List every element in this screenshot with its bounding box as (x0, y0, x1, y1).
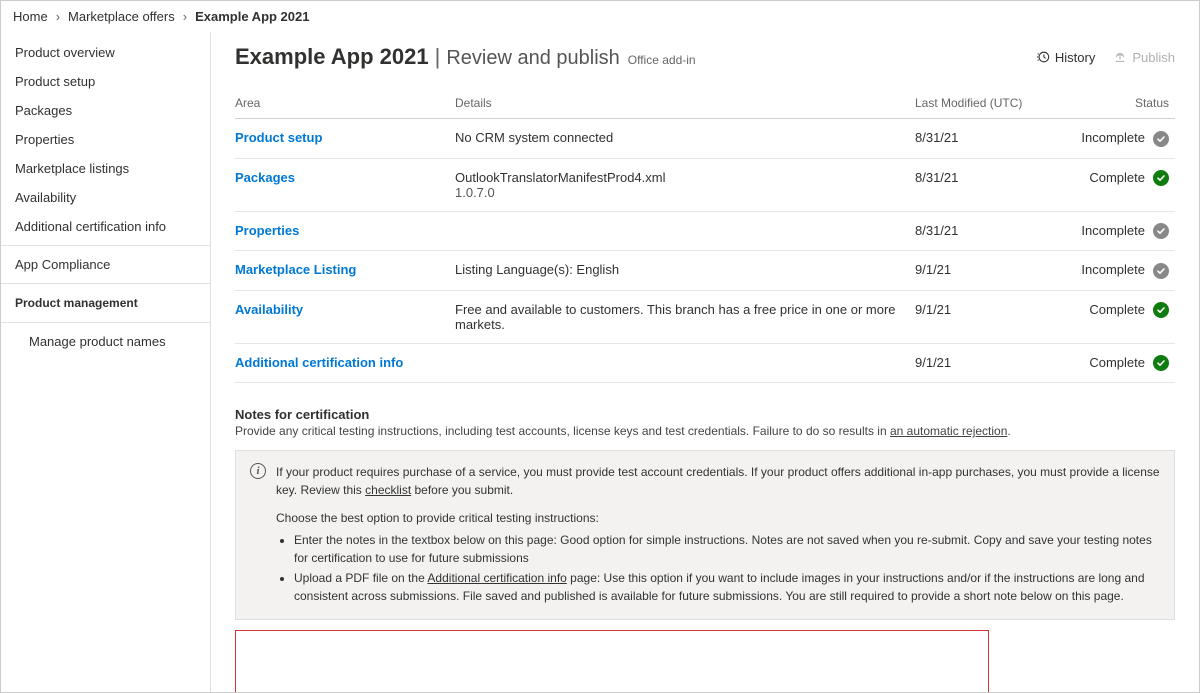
nav-product-overview[interactable]: Product overview (1, 38, 210, 67)
area-link[interactable]: Properties (235, 223, 299, 238)
page-title: Review and publish (446, 47, 619, 70)
nav-additional-cert-info[interactable]: Additional certification info (1, 212, 210, 241)
nav-app-compliance[interactable]: App Compliance (1, 250, 210, 279)
status-complete-icon (1153, 302, 1169, 318)
status-cell: Incomplete (1055, 211, 1175, 251)
col-status: Status (1055, 88, 1175, 119)
title-separator: | (435, 44, 441, 70)
info-bullet-2: Upload a PDF file on the Additional cert… (294, 569, 1160, 605)
history-button[interactable]: History (1036, 50, 1095, 65)
table-row: Properties 8/31/21Incomplete (235, 211, 1175, 251)
area-link[interactable]: Product setup (235, 130, 322, 145)
info-panel: i If your product requires purchase of a… (235, 450, 1175, 620)
nav-packages[interactable]: Packages (1, 96, 210, 125)
chevron-right-icon: › (183, 9, 187, 24)
publish-command-label: Publish (1132, 50, 1175, 65)
notes-description: Provide any critical testing instruction… (235, 424, 1175, 438)
additional-cert-info-link[interactable]: Additional certification info (427, 571, 566, 585)
modified-cell: 8/31/21 (915, 158, 1055, 211)
table-row: Product setup No CRM system connected8/31… (235, 119, 1175, 159)
table-row: Packages OutlookTranslatorManifestProd4.x… (235, 158, 1175, 211)
notes-heading: Notes for certification (235, 407, 1175, 422)
status-complete-icon (1153, 170, 1169, 186)
area-link[interactable]: Packages (235, 170, 295, 185)
status-cell: Complete (1055, 290, 1175, 343)
app-name: Example App 2021 (235, 44, 429, 70)
nav-properties[interactable]: Properties (1, 125, 210, 154)
publish-icon (1113, 50, 1127, 64)
area-link[interactable]: Availability (235, 302, 303, 317)
nav-product-setup[interactable]: Product setup (1, 67, 210, 96)
info-icon: i (250, 463, 266, 479)
status-incomplete-icon (1153, 223, 1169, 239)
table-row: Marketplace Listing Listing Language(s): … (235, 251, 1175, 291)
title-bar: Example App 2021 | Review and publish Of… (235, 44, 1175, 70)
status-cell: Incomplete (1055, 251, 1175, 291)
history-icon (1036, 50, 1050, 64)
details-cell: Free and available to customers. This br… (455, 290, 915, 343)
breadcrumb: Home › Marketplace offers › Example App … (1, 1, 1199, 32)
sidebar: Product overview Product setup Packages … (1, 32, 211, 692)
area-link[interactable]: Additional certification info (235, 355, 403, 370)
modified-cell: 9/1/21 (915, 251, 1055, 291)
nav-divider (1, 245, 210, 246)
status-incomplete-icon (1153, 131, 1169, 147)
checklist-link[interactable]: checklist (365, 483, 411, 497)
col-details: Details (455, 88, 915, 119)
table-row: Availability Free and available to custom… (235, 290, 1175, 343)
status-cell: Complete (1055, 343, 1175, 383)
automatic-rejection-link[interactable]: an automatic rejection (890, 424, 1007, 438)
nav-section-header: Product management (1, 288, 210, 318)
col-area: Area (235, 88, 455, 119)
status-complete-icon (1153, 355, 1169, 371)
offer-type-label: Office add-in (628, 53, 696, 67)
status-incomplete-icon (1153, 263, 1169, 279)
review-table: Area Details Last Modified (UTC) Status … (235, 88, 1175, 383)
details-cell (455, 343, 915, 383)
col-modified: Last Modified (UTC) (915, 88, 1055, 119)
nav-availability[interactable]: Availability (1, 183, 210, 212)
details-cell (455, 211, 915, 251)
modified-cell: 9/1/21 (915, 343, 1055, 383)
nav-divider (1, 283, 210, 284)
publish-command: Publish (1113, 50, 1175, 65)
table-row: Additional certification info 9/1/21Compl… (235, 343, 1175, 383)
breadcrumb-item[interactable]: Marketplace offers (68, 9, 175, 24)
nav-marketplace-listings[interactable]: Marketplace listings (1, 154, 210, 183)
modified-cell: 9/1/21 (915, 290, 1055, 343)
status-cell: Incomplete (1055, 119, 1175, 159)
details-cell: Listing Language(s): English (455, 251, 915, 291)
modified-cell: 8/31/21 (915, 211, 1055, 251)
status-cell: Complete (1055, 158, 1175, 211)
nav-divider (1, 322, 210, 323)
details-cell: No CRM system connected (455, 119, 915, 159)
history-label: History (1055, 50, 1095, 65)
nav-manage-product-names[interactable]: Manage product names (1, 327, 210, 356)
certification-notes-input[interactable] (235, 630, 989, 692)
info-line1: If your product requires purchase of a s… (276, 463, 1160, 499)
chevron-right-icon: › (56, 9, 60, 24)
breadcrumb-item[interactable]: Home (13, 9, 48, 24)
area-link[interactable]: Marketplace Listing (235, 262, 356, 277)
breadcrumb-current: Example App 2021 (195, 9, 309, 24)
info-bullet-1: Enter the notes in the textbox below on … (294, 531, 1160, 567)
main-content: Example App 2021 | Review and publish Of… (211, 32, 1199, 692)
info-choose: Choose the best option to provide critic… (276, 509, 1160, 527)
details-cell: OutlookTranslatorManifestProd4.xml1.0.7.… (455, 158, 915, 211)
modified-cell: 8/31/21 (915, 119, 1055, 159)
